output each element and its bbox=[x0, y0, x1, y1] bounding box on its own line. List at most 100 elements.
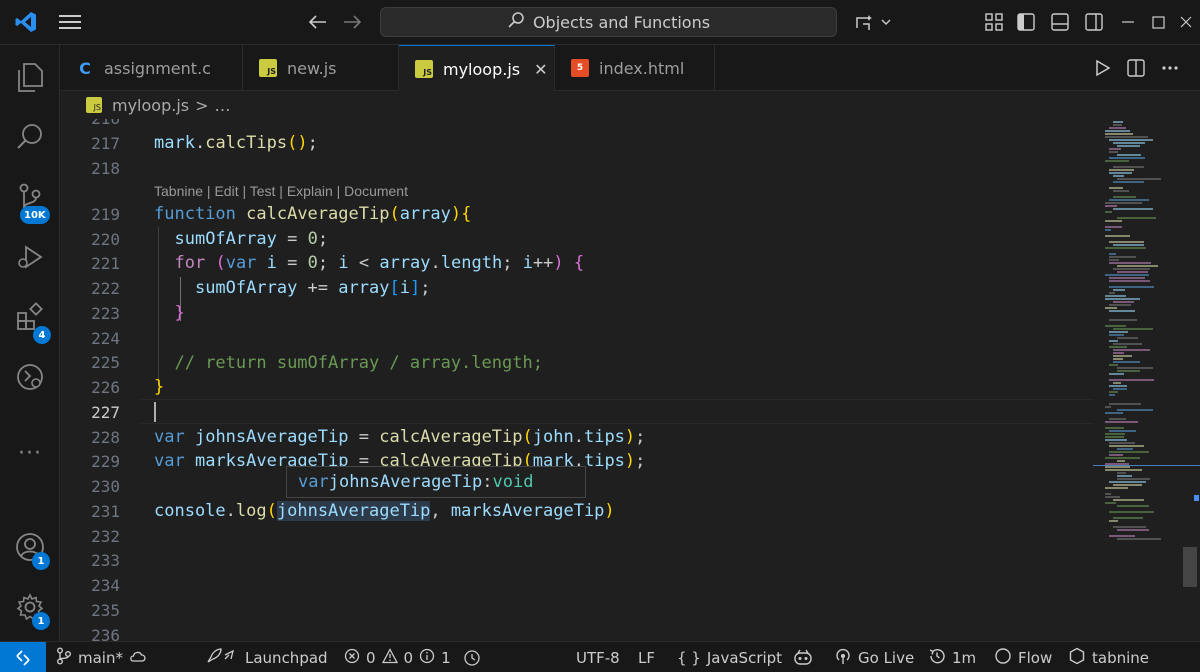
sync-cloud-icon[interactable] bbox=[129, 648, 147, 668]
minimap-line bbox=[1105, 298, 1140, 300]
tabnine-status[interactable]: tabnine bbox=[1068, 642, 1149, 672]
tab-assignment-c[interactable]: C assignment.c bbox=[60, 45, 243, 91]
breadcrumb-symbol[interactable]: … bbox=[215, 96, 231, 115]
minimap-marker bbox=[1194, 495, 1199, 501]
source-control-icon[interactable]: 10K bbox=[0, 167, 60, 227]
minimap-line bbox=[1109, 319, 1137, 321]
minimap-line bbox=[1117, 505, 1149, 507]
customize-layout-icon[interactable] bbox=[980, 8, 1008, 36]
minimap-line bbox=[1113, 382, 1121, 384]
minimap-line bbox=[1105, 496, 1120, 498]
forward-arrow-icon[interactable] bbox=[338, 8, 366, 36]
run-code-icon[interactable] bbox=[1088, 54, 1116, 82]
minimap-line bbox=[1109, 445, 1144, 447]
problems-indicator[interactable]: 0 0 1 bbox=[344, 642, 451, 672]
time-tracker[interactable]: 1m bbox=[928, 642, 976, 672]
toggle-panel-icon[interactable] bbox=[1046, 8, 1074, 36]
line-number: 219 bbox=[91, 205, 120, 224]
menu-icon[interactable] bbox=[56, 8, 84, 36]
copilot-status-icon[interactable] bbox=[792, 642, 814, 672]
close-window-icon[interactable] bbox=[1172, 8, 1200, 36]
braces-icon: { } bbox=[677, 648, 701, 667]
search-icon bbox=[507, 11, 525, 33]
line-number: 233 bbox=[91, 551, 120, 570]
minimap-line bbox=[1105, 136, 1148, 138]
minimap-line bbox=[1105, 130, 1130, 132]
minimize-icon[interactable] bbox=[1114, 8, 1142, 36]
minimap-line bbox=[1109, 451, 1149, 453]
explorer-icon[interactable] bbox=[0, 47, 60, 107]
minimap-line bbox=[1117, 265, 1158, 267]
back-arrow-icon[interactable] bbox=[304, 8, 332, 36]
source-control-badge: 10K bbox=[20, 206, 50, 224]
tab-new-js[interactable]: JS new.js bbox=[243, 45, 399, 91]
search-icon[interactable] bbox=[0, 107, 60, 167]
branch-indicator[interactable]: main* bbox=[56, 642, 147, 672]
minimap-line bbox=[1109, 139, 1153, 141]
js-file-icon: JS bbox=[259, 59, 277, 77]
minimap-line bbox=[1109, 310, 1135, 312]
breadcrumb-file[interactable]: myloop.js bbox=[112, 96, 189, 115]
code-line-217: mark.calcTips(); bbox=[154, 133, 318, 153]
line-number: 226 bbox=[91, 378, 120, 397]
run-debug-icon[interactable] bbox=[0, 227, 60, 287]
accounts-badge: 1 bbox=[32, 552, 50, 570]
go-live-button[interactable]: Go Live bbox=[834, 642, 914, 672]
line-number: 236 bbox=[91, 626, 120, 641]
settings-gear-icon[interactable]: 1 bbox=[0, 577, 60, 637]
remote-explorer-icon[interactable] bbox=[0, 347, 60, 407]
eol-indicator[interactable]: LF bbox=[638, 642, 655, 672]
minimap-viewport bbox=[1093, 465, 1200, 466]
copilot-icon[interactable] bbox=[852, 8, 896, 36]
more-views-icon[interactable]: ··· bbox=[0, 423, 60, 483]
title-bar: Objects and Functions bbox=[0, 0, 1200, 45]
minimap-line bbox=[1109, 379, 1154, 381]
minimap-line bbox=[1113, 166, 1144, 168]
launchpad-item[interactable]: Launchpad bbox=[205, 642, 328, 672]
minimap-line bbox=[1105, 229, 1111, 231]
code-editor[interactable]: 216 217 218 219 220 221 222 223 224 225 226 227 228 2… bbox=[60, 119, 1093, 641]
minimap-line bbox=[1113, 517, 1143, 519]
close-tab-icon[interactable]: ✕ bbox=[534, 60, 547, 79]
tab-myloop-js[interactable]: JS myloop.js ✕ bbox=[399, 45, 555, 92]
minimap-line bbox=[1105, 205, 1117, 207]
extensions-icon[interactable]: 4 bbox=[0, 287, 60, 347]
tabnine-hexagon-icon bbox=[1068, 647, 1086, 669]
minimap-line bbox=[1113, 343, 1142, 345]
line-number: 228 bbox=[91, 428, 120, 447]
minimap-line bbox=[1109, 442, 1135, 444]
minimap-line bbox=[1105, 439, 1127, 441]
code-line-221: for (var i = 0; i < array.length; i++) { bbox=[174, 253, 585, 273]
minimap-line bbox=[1105, 220, 1122, 222]
split-editor-icon[interactable] bbox=[1122, 54, 1150, 82]
remote-indicator-icon[interactable] bbox=[0, 642, 46, 672]
line-number: 225 bbox=[91, 353, 120, 372]
minimap-line bbox=[1105, 202, 1142, 204]
minimap-line bbox=[1109, 535, 1135, 537]
command-center-search[interactable]: Objects and Functions bbox=[380, 7, 837, 37]
encoding-indicator[interactable]: UTF-8 bbox=[576, 642, 620, 672]
accounts-icon[interactable]: 1 bbox=[0, 517, 60, 577]
minimap-line bbox=[1117, 154, 1141, 156]
minimap-line bbox=[1117, 448, 1133, 450]
restore-window-icon[interactable] bbox=[1144, 8, 1172, 36]
minimap-line bbox=[1109, 256, 1136, 258]
minimap-line bbox=[1109, 340, 1118, 342]
more-actions-icon[interactable] bbox=[1156, 54, 1184, 82]
minimap-line bbox=[1109, 334, 1124, 336]
minimap-line bbox=[1105, 457, 1140, 459]
current-line-highlight bbox=[140, 399, 1093, 424]
minimap-line bbox=[1113, 301, 1134, 303]
tab-index-html[interactable]: 5 index.html bbox=[555, 45, 715, 91]
code-line-226: } bbox=[154, 377, 165, 397]
minimap-line bbox=[1113, 196, 1136, 198]
codelens-tabnine[interactable]: Tabnine | Edit | Test | Explain | Docume… bbox=[154, 183, 408, 199]
toggle-secondary-sidebar-icon[interactable] bbox=[1080, 8, 1108, 36]
flow-indicator[interactable]: Flow bbox=[994, 642, 1052, 672]
history-icon[interactable] bbox=[463, 642, 481, 672]
toggle-primary-sidebar-icon[interactable] bbox=[1012, 8, 1040, 36]
minimap-slider[interactable] bbox=[1183, 547, 1197, 587]
code-line-220: sumOfArray = 0; bbox=[174, 229, 329, 249]
minimap-line bbox=[1113, 268, 1150, 270]
language-mode[interactable]: { } JavaScript bbox=[677, 642, 782, 672]
